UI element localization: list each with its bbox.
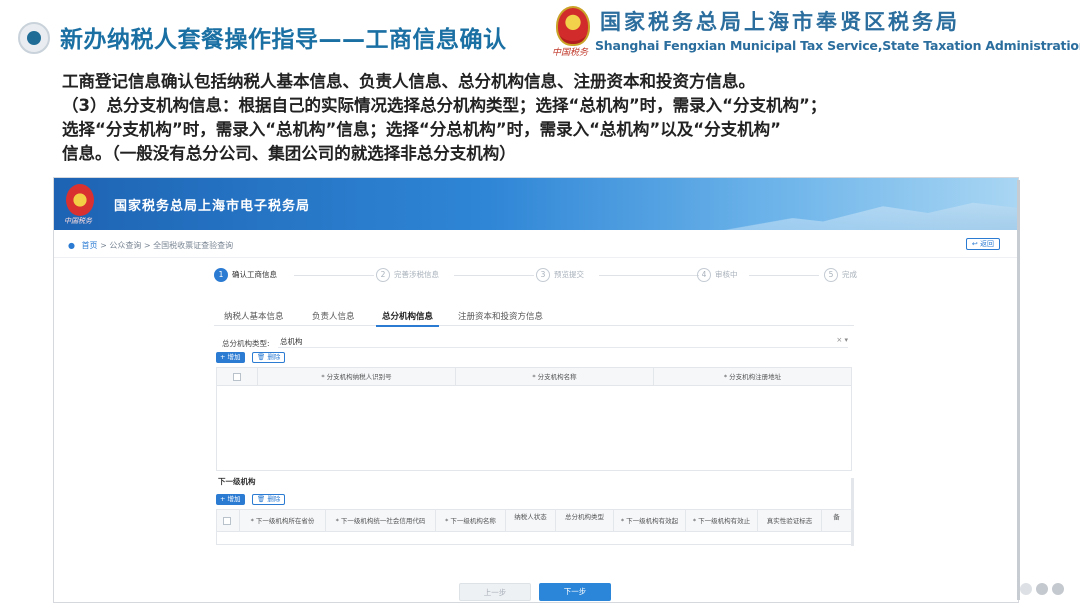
step-3: 3 预览提交 (536, 268, 584, 284)
bullet-circle-icon (18, 22, 50, 54)
column-header: * 下一级机构有效止 (685, 510, 757, 532)
intro-line: 工商登记信息确认包括纳税人基本信息、负责人信息、总分机构信息、注册资本和投资方信… (62, 72, 755, 91)
breadcrumb-bar: ● 首页 > 公众查询 > 全国税收票证查验查询 ↩ 返回 (54, 230, 1018, 258)
add-branch-button[interactable]: + 增加 (216, 352, 245, 363)
tab-responsible-person[interactable]: 负责人信息 (312, 310, 355, 322)
step-4: 4 审核中 (697, 268, 738, 284)
tab-capital-investors[interactable]: 注册资本和投资方信息 (458, 310, 543, 322)
breadcrumb-item[interactable]: 公众查询 (109, 241, 141, 250)
back-arrow-icon: ↩ (971, 240, 980, 248)
select-all-checkbox[interactable] (223, 517, 231, 525)
column-header: 备 (821, 510, 851, 532)
pager-dot-icon (1052, 583, 1064, 595)
bureau-name-cn: 国家税务总局上海市奉贤区税务局 (600, 10, 960, 34)
slide-pager (1020, 580, 1068, 599)
slide-title: 新办纳税人套餐操作指导——工商信息确认 (60, 27, 507, 53)
column-header: 真实性验证标志 (757, 510, 821, 532)
column-header: * 下一级机构有效起 (613, 510, 685, 532)
branch-table-header: * 分支机构纳税人识别号 * 分支机构名称 * 分支机构注册地址 (217, 368, 851, 386)
sub-org-table: * 下一级机构所在省份 * 下一级机构统一社会信用代码 * 下一级机构名称 纳税… (216, 509, 852, 545)
step-connector (454, 275, 534, 276)
prev-step-button[interactable]: 上一步 (459, 583, 531, 601)
add-sub-org-button[interactable]: + 增加 (216, 494, 245, 505)
step-connector (749, 275, 819, 276)
select-all-checkbox[interactable] (233, 373, 241, 381)
info-tabs: 纳税人基本信息 负责人信息 总分机构信息 注册资本和投资方信息 (214, 306, 854, 327)
location-pin-icon: ● (68, 241, 75, 250)
etax-screenshot: 中国税务 国家税务总局上海市电子税务局 ● 首页 > 公众查询 > 全国税收票证… (53, 177, 1019, 603)
step-2: 2 完善涉税信息 (376, 268, 439, 284)
branch-type-select[interactable]: 总机构 (278, 336, 848, 348)
page-divider (1017, 180, 1020, 600)
branch-type-label: 总分机构类型: (222, 339, 270, 348)
breadcrumb: ● 首页 > 公众查询 > 全国税收票证查验查询 (68, 240, 233, 251)
column-header: * 分支机构注册地址 (653, 368, 851, 386)
sub-org-table-header: * 下一级机构所在省份 * 下一级机构统一社会信用代码 * 下一级机构名称 纳税… (217, 510, 851, 532)
breadcrumb-item[interactable]: 全国税收票证查验查询 (153, 241, 233, 250)
table-scrollbar[interactable] (851, 478, 854, 546)
sub-org-title: 下一级机构 (218, 477, 256, 486)
step-connector (599, 275, 699, 276)
intro-line: 信息。（一般没有总分公司、集团公司的就选择非总分支机构） (62, 144, 516, 163)
slide: 新办纳税人套餐操作指导——工商信息确认 中国税务 国家税务总局上海市奉贤区税务局… (0, 0, 1080, 608)
breadcrumb-home[interactable]: 首页 (82, 241, 98, 250)
breadcrumb-separator: > (143, 241, 151, 250)
delete-sub-org-button[interactable]: 🗑 删除 (252, 494, 286, 505)
step-5: 5 完成 (824, 268, 857, 284)
column-header: * 分支机构纳税人识别号 (257, 368, 455, 386)
pager-dot-icon (1020, 583, 1032, 595)
back-button[interactable]: ↩ 返回 (965, 238, 1000, 250)
column-header: * 分支机构名称 (455, 368, 653, 386)
column-header: 纳税人状态 (505, 510, 555, 532)
tab-basic-info[interactable]: 纳税人基本信息 (224, 310, 284, 322)
delete-branch-button[interactable]: 🗑 删除 (252, 352, 286, 363)
intro-line: 选择“分支机构”时，需录入“总机构”信息；选择“分总机构”时，需录入“总机构”以… (62, 120, 781, 139)
column-header: * 下一级机构统一社会信用代码 (325, 510, 435, 532)
step-1: 1 确认工商信息 (214, 268, 277, 284)
next-step-button[interactable]: 下一步 (539, 583, 611, 601)
site-title: 国家税务总局上海市电子税务局 (114, 199, 311, 214)
site-logo-icon (66, 184, 94, 216)
site-logo-signature: 中国税务 (64, 217, 92, 225)
column-header: 总分机构类型 (555, 510, 613, 532)
branch-type-row: 总分机构类型: 总机构 × ▾ (222, 336, 852, 348)
step-connector (294, 275, 374, 276)
progress-steps: 1 确认工商信息 2 完善涉税信息 3 预览提交 4 审核中 5 完成 (214, 268, 864, 284)
branch-table: * 分支机构纳税人识别号 * 分支机构名称 * 分支机构注册地址 (216, 367, 852, 471)
pager-dot-icon (1036, 583, 1048, 595)
emblem-signature: 中国税务 (552, 48, 589, 58)
column-header: * 下一级机构名称 (435, 510, 505, 532)
intro-text: 工商登记信息确认包括纳税人基本信息、负责人信息、总分机构信息、注册资本和投资方信… (62, 70, 1042, 166)
select-clear-dropdown-icon[interactable]: × ▾ (836, 336, 848, 344)
tab-branch-info[interactable]: 总分机构信息 (375, 310, 440, 327)
column-header: * 下一级机构所在省份 (239, 510, 325, 532)
breadcrumb-separator: > (100, 241, 107, 250)
bureau-name-en: Shanghai Fengxian Municipal Tax Service,… (595, 38, 1080, 53)
site-banner: 中国税务 国家税务总局上海市电子税务局 (54, 178, 1018, 230)
intro-line: （3）总分支机构信息：根据自己的实际情况选择总分机构类型；选择“总机构”时，需录… (62, 96, 827, 115)
tax-emblem-icon (556, 6, 590, 46)
